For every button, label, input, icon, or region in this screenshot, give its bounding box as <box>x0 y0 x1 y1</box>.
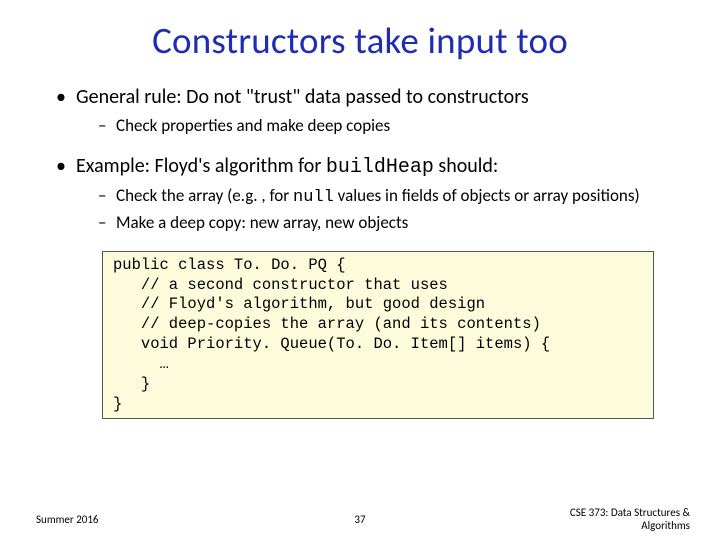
bullet-1: General rule: Do not "trust" data passed… <box>56 85 676 136</box>
bullet-list: General rule: Do not "trust" data passed… <box>56 85 676 233</box>
bullet-2-sub-1-code: null <box>293 188 334 207</box>
bullet-1-sublist: Check properties and make deep copies <box>98 115 676 136</box>
code-block: public class To. Do. PQ { // a second co… <box>102 251 654 420</box>
bullet-2-sub-1-pre: Check the array (e.g. , for <box>116 185 293 206</box>
footer-course-line1: CSE 373: Data Structures & <box>570 506 690 519</box>
bullet-2-sub-2: Make a deep copy: new array, new objects <box>98 212 676 233</box>
code-line-7: } <box>113 375 643 395</box>
bullet-2-code: buildHeap <box>326 156 434 179</box>
bullet-2: Example: Floyd's algorithm for buildHeap… <box>56 154 676 233</box>
bullet-2-sub-1: Check the array (e.g. , for null values … <box>98 185 676 208</box>
slide-title: Constructors take input too <box>44 18 676 63</box>
code-line-6: … <box>113 355 643 375</box>
code-line-1: public class To. Do. PQ { <box>113 256 643 276</box>
bullet-2-sublist: Check the array (e.g. , for null values … <box>98 185 676 233</box>
bullet-2-pre: Example: Floyd's algorithm for <box>76 154 326 178</box>
code-line-8: } <box>113 395 643 415</box>
bullet-2-post: should: <box>434 154 498 178</box>
bullet-1-sub-1: Check properties and make deep copies <box>98 115 676 136</box>
code-line-3: // Floyd's algorithm, but good design <box>113 295 643 315</box>
bullet-1-text: General rule: Do not "trust" data passed… <box>76 85 529 109</box>
code-line-4: // deep-copies the array (and its conten… <box>113 315 643 335</box>
bullet-2-sub-1-post: values in fields of objects or array pos… <box>334 185 640 206</box>
footer-course-line2: Algorithms <box>641 519 690 532</box>
code-line-2: // a second constructor that uses <box>113 276 643 296</box>
footer-course: CSE 373: Data Structures & Algorithms <box>570 506 690 532</box>
code-line-5: void Priority. Queue(To. Do. Item[] item… <box>113 335 643 355</box>
